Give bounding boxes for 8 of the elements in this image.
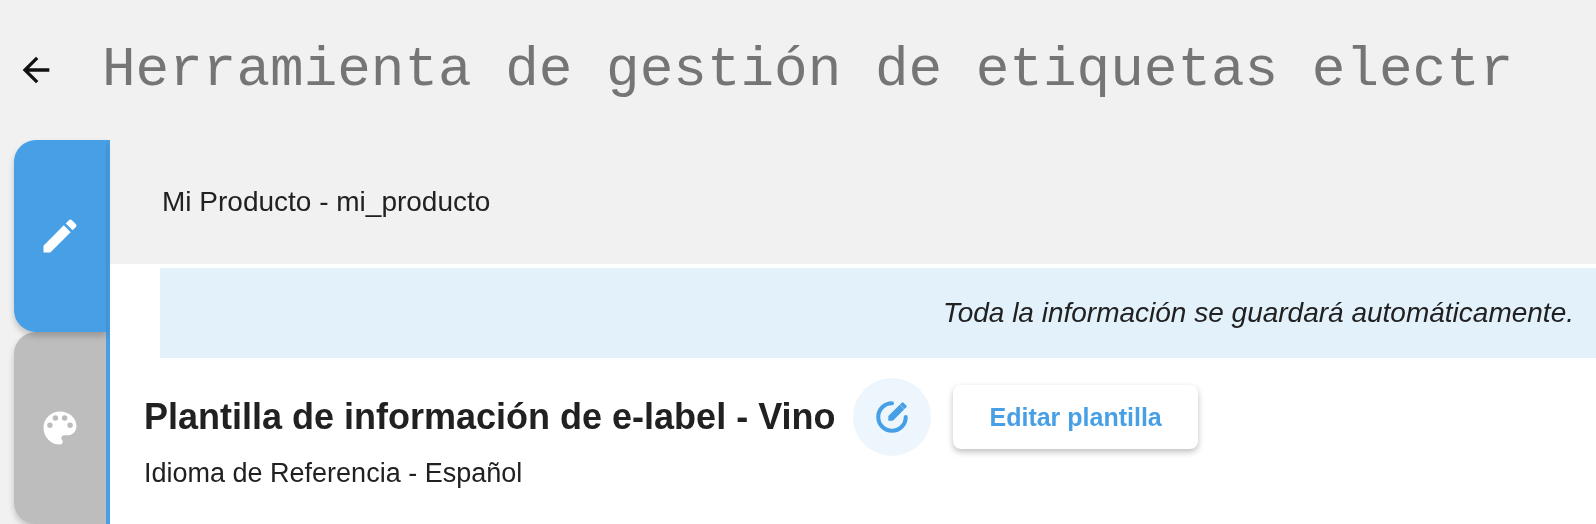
side-tab[interactable] [14, 332, 106, 524]
autosave-notice: Toda la información se guardará automáticamente. [160, 268, 1596, 358]
reference-language: Idioma de Referencia - Español [144, 458, 524, 489]
edit-template-button[interactable]: Editar plantilla [953, 385, 1198, 449]
side-tab[interactable] [14, 140, 106, 332]
product-name: Mi Producto - mi_producto [162, 186, 491, 218]
template-title: Plantilla de información de e-label - Vino [144, 396, 836, 438]
app-title: Herramienta de gestión de etiquetas electr [102, 38, 1514, 102]
